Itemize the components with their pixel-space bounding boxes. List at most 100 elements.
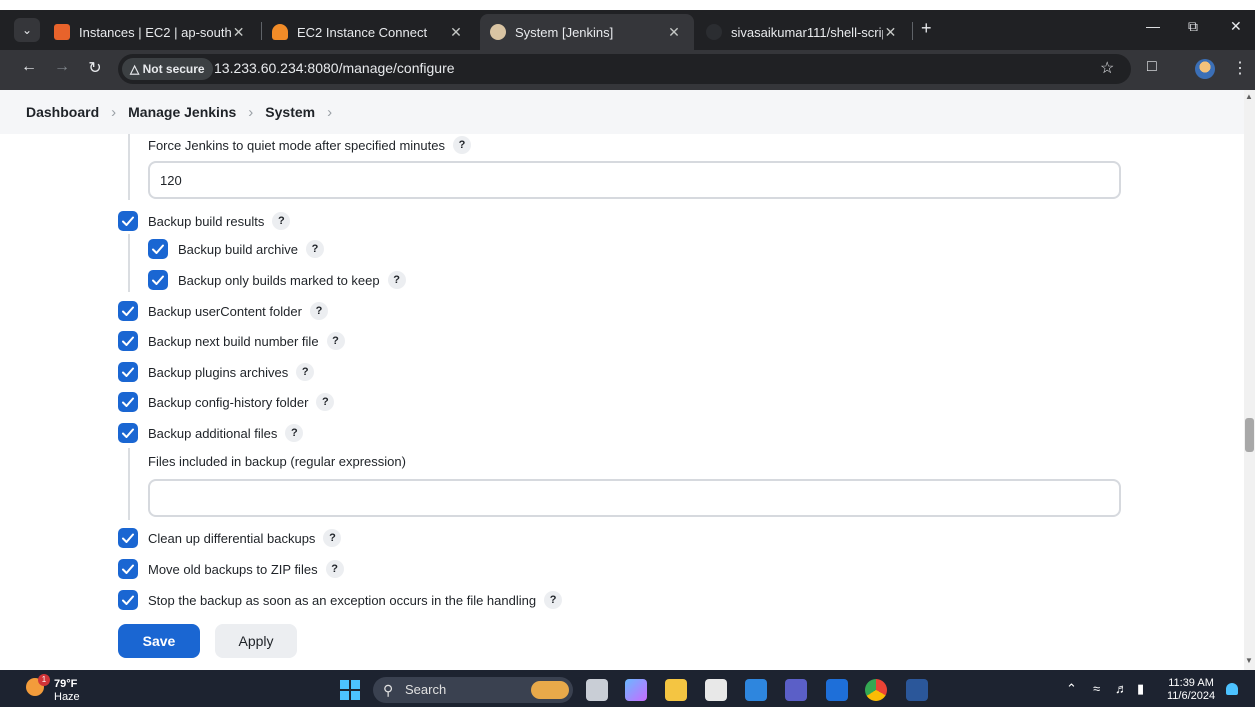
- section-indent-line: [128, 134, 130, 200]
- battery-icon[interactable]: ▮: [1137, 681, 1144, 697]
- clean-up-differential-label: Clean up differential backups ?: [148, 529, 342, 547]
- chevron-right-icon[interactable]: ›: [327, 104, 332, 121]
- page-scrollbar[interactable]: [1244, 90, 1255, 670]
- profile-avatar[interactable]: [1195, 59, 1215, 79]
- backup-additional-files-checkbox[interactable]: [118, 423, 138, 443]
- close-tab-icon[interactable]: ✕: [666, 24, 682, 41]
- windows-taskbar: 1 79°F Haze ⚲ Search ⌃ ≈ ♬ ▮ 11:39 AM 11…: [0, 670, 1255, 707]
- tab-search-button[interactable]: ⌄: [14, 18, 40, 42]
- breadcrumb: Dashboard › Manage Jenkins › System ›: [0, 90, 1244, 134]
- help-icon[interactable]: ?: [305, 240, 324, 258]
- backup-next-build-number-label: Backup next build number file ?: [148, 332, 345, 350]
- help-icon[interactable]: ?: [387, 271, 406, 289]
- scroll-down-arrow-icon[interactable]: ▼: [1245, 656, 1253, 665]
- system-clock[interactable]: 11:39 AM 11/6/2024: [1167, 677, 1215, 703]
- tab-system-jenkins[interactable]: System [Jenkins] ✕: [480, 14, 694, 50]
- help-icon[interactable]: ?: [272, 212, 291, 230]
- windows-start-icon[interactable]: [340, 680, 360, 700]
- restore-icon[interactable]: ⧉: [1188, 18, 1198, 35]
- minimize-icon[interactable]: —: [1146, 18, 1160, 34]
- move-old-to-zip-checkbox[interactable]: [118, 559, 138, 579]
- breadcrumb-dashboard[interactable]: Dashboard: [26, 104, 99, 120]
- quiet-mode-minutes-input[interactable]: 120: [148, 161, 1121, 199]
- clock-date: 11/6/2024: [1167, 690, 1216, 702]
- section-indent-line: [128, 234, 130, 292]
- outlook-icon[interactable]: [826, 679, 848, 701]
- backup-only-keep-checkbox[interactable]: [148, 270, 168, 290]
- form-action-bar: Save Apply: [0, 612, 1244, 670]
- taskbar-search-box[interactable]: ⚲ Search: [373, 677, 573, 703]
- chevron-up-icon[interactable]: ⌃: [1066, 681, 1077, 697]
- backup-usercontent-checkbox[interactable]: [118, 301, 138, 321]
- stop-on-exception-checkbox[interactable]: [118, 590, 138, 610]
- close-window-icon[interactable]: ✕: [1230, 18, 1242, 35]
- stop-on-exception-label: Stop the backup as soon as an exception …: [148, 591, 563, 609]
- remote-desktop-icon[interactable]: [745, 679, 767, 701]
- files-included-label: Files included in backup (regular expres…: [148, 454, 406, 469]
- help-icon[interactable]: ?: [452, 136, 471, 154]
- tab-github-shell-script[interactable]: sivasaikumar111/shell-script ✕: [696, 14, 910, 50]
- volume-icon[interactable]: ♬: [1115, 681, 1128, 696]
- weather-description: Haze: [54, 691, 80, 703]
- file-explorer-icon[interactable]: [665, 679, 687, 701]
- address-bar[interactable]: △ Not secure 13.233.60.234:8080/manage/c…: [118, 54, 1131, 84]
- help-icon[interactable]: ?: [323, 529, 342, 547]
- scroll-up-arrow-icon[interactable]: ▲: [1245, 92, 1253, 101]
- github-favicon-icon: [706, 24, 722, 40]
- close-tab-icon[interactable]: ✕: [231, 24, 246, 41]
- wifi-icon[interactable]: ≈: [1093, 681, 1100, 696]
- url-text[interactable]: 13.233.60.234:8080/manage/configure: [214, 60, 455, 76]
- tab-title: EC2 Instance Connect: [297, 24, 428, 40]
- config-form: Force Jenkins to quiet mode after specif…: [0, 134, 1244, 612]
- chevron-right-icon: ›: [111, 103, 117, 121]
- backup-build-archive-checkbox[interactable]: [148, 239, 168, 259]
- close-tab-icon[interactable]: ✕: [883, 24, 898, 41]
- help-icon[interactable]: ?: [325, 560, 344, 578]
- chevron-right-icon: ›: [248, 103, 254, 121]
- chrome-icon[interactable]: [865, 679, 887, 701]
- word-icon[interactable]: [906, 679, 928, 701]
- help-icon[interactable]: ?: [326, 332, 345, 350]
- tab-title: sivasaikumar111/shell-script: [731, 24, 883, 40]
- files-included-regex-input[interactable]: [148, 479, 1121, 517]
- microsoft-store-icon[interactable]: [705, 679, 727, 701]
- window-top-edge: [0, 0, 1255, 10]
- security-indicator[interactable]: △ Not secure: [122, 58, 213, 80]
- notification-badge: 1: [38, 674, 50, 686]
- help-icon[interactable]: ?: [296, 363, 315, 381]
- backup-build-results-checkbox[interactable]: [118, 211, 138, 231]
- scrollbar-thumb[interactable]: [1245, 418, 1254, 452]
- breadcrumb-system[interactable]: System: [265, 104, 315, 120]
- backup-additional-files-label: Backup additional files ?: [148, 424, 304, 442]
- task-view-icon[interactable]: [586, 679, 608, 701]
- apply-button[interactable]: Apply: [215, 624, 297, 658]
- teams-icon[interactable]: [785, 679, 807, 701]
- copilot-icon[interactable]: [625, 679, 647, 701]
- notification-bell-icon[interactable]: [1226, 683, 1238, 695]
- help-icon[interactable]: ?: [544, 591, 563, 609]
- tab-ec2-instance-connect[interactable]: EC2 Instance Connect ✕: [262, 14, 476, 50]
- backup-next-build-number-checkbox[interactable]: [118, 331, 138, 351]
- back-arrow-icon[interactable]: ←: [18, 58, 40, 76]
- tab-ec2-instances[interactable]: Instances | EC2 | ap-south-1 ✕: [44, 14, 258, 50]
- save-button[interactable]: Save: [118, 624, 200, 658]
- bookmark-star-icon[interactable]: ☆: [1100, 58, 1114, 78]
- help-icon[interactable]: ?: [285, 424, 304, 442]
- breadcrumb-manage-jenkins[interactable]: Manage Jenkins: [128, 104, 236, 120]
- backup-config-history-checkbox[interactable]: [118, 392, 138, 412]
- section-indent-line: [128, 448, 130, 520]
- browser-tab-strip: ⌄ Instances | EC2 | ap-south-1 ✕ EC2 Ins…: [0, 0, 1255, 50]
- new-tab-button[interactable]: +: [921, 18, 932, 39]
- backup-plugins-label: Backup plugins archives ?: [148, 363, 315, 381]
- tab-title: System [Jenkins]: [515, 24, 614, 40]
- clean-up-differential-checkbox[interactable]: [118, 528, 138, 548]
- close-tab-icon[interactable]: ✕: [448, 24, 464, 41]
- help-icon[interactable]: ?: [316, 393, 335, 411]
- browser-menu-icon[interactable]: ⋮: [1232, 58, 1248, 78]
- help-icon[interactable]: ?: [309, 302, 328, 320]
- backup-config-history-label: Backup config-history folder ?: [148, 393, 335, 411]
- backup-plugins-checkbox[interactable]: [118, 362, 138, 382]
- extensions-puzzle-icon[interactable]: □: [1147, 58, 1157, 76]
- forward-arrow-icon[interactable]: →: [51, 58, 73, 76]
- reload-icon[interactable]: ↻: [84, 58, 106, 78]
